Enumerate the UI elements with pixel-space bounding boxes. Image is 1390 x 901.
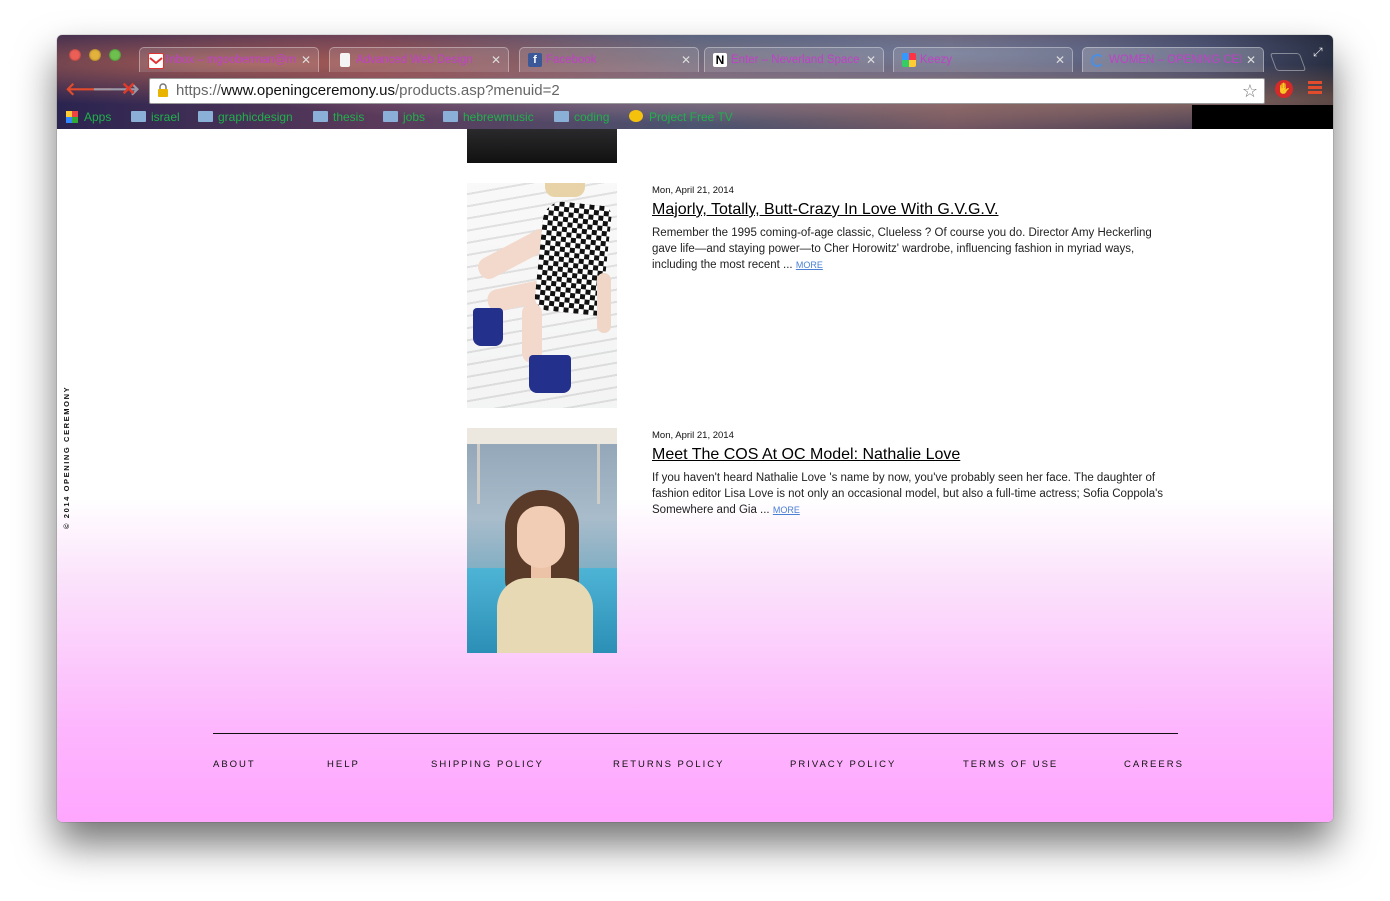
tab-title: WOMEN – OPENING CERE	[1109, 54, 1241, 66]
footer-nav: ABOUT HELP SHIPPING POLICY RETURNS POLIC…	[213, 759, 1182, 773]
bookmark-israel[interactable]: israel	[131, 108, 180, 126]
side-copyright: © 2014 OPENING CEREMONY	[62, 385, 71, 529]
tab-opening-ceremony[interactable]: WOMEN – OPENING CERE ✕	[1082, 47, 1264, 72]
tab-inbox[interactable]: Inbox – mgooberman@m ✕	[139, 47, 319, 72]
project-free-tv-icon	[629, 110, 643, 122]
blog-post: Mon, April 21, 2014 Meet The COS At OC M…	[467, 428, 1197, 653]
bookmark-apps[interactable]: Apps	[66, 108, 111, 126]
menu-hamburger-icon[interactable]	[1308, 81, 1322, 97]
n-logo-icon: N	[713, 53, 727, 67]
gmail-icon	[148, 53, 164, 69]
post-title-link[interactable]: Meet The COS At OC Model: Nathalie Love	[652, 446, 960, 464]
more-link[interactable]: MORE	[796, 260, 823, 270]
new-tab-button[interactable]	[1269, 53, 1307, 71]
tab-facebook[interactable]: f Facebook ✕	[519, 47, 699, 72]
bookmark-coding[interactable]: coding	[554, 108, 609, 126]
post-excerpt: If you haven't heard Nathalie Love 's na…	[652, 470, 1172, 518]
footer-link-terms-of-use[interactable]: TERMS OF USE	[963, 759, 1058, 770]
bookmark-jobs[interactable]: jobs	[383, 108, 425, 126]
warning-lock-icon	[158, 83, 168, 97]
window-minimize-button[interactable]	[89, 49, 101, 61]
more-link[interactable]: MORE	[773, 505, 800, 515]
bookmark-project-free-tv[interactable]: Project Free TV	[629, 108, 733, 126]
stop-loading-icon[interactable]: ✕	[121, 79, 136, 99]
chrome-dark-area	[1192, 105, 1333, 129]
tab-title: Facebook	[546, 54, 597, 66]
bookmark-hebrewmusic[interactable]: hebrewmusic	[443, 108, 534, 126]
bookmarks-bar: Apps israel graphicdesign thesis jobs he…	[57, 105, 1333, 129]
folder-icon	[383, 111, 398, 122]
tab-advanced-web-design[interactable]: Advanced Web Design ✕	[329, 47, 509, 72]
bookmark-thesis[interactable]: thesis	[313, 108, 364, 126]
post-excerpt: Remember the 1995 coming-of-age classic,…	[652, 225, 1172, 273]
tab-title: Keezy	[920, 54, 952, 66]
post-thumbnail[interactable]	[467, 428, 617, 653]
tab-title: Inbox – mgooberman@m	[166, 54, 296, 66]
url-text: https://www.openingceremony.us/products.…	[176, 82, 560, 99]
excerpt-text: If you haven't heard Nathalie Love 's na…	[652, 472, 1164, 516]
loading-spinner-icon	[1091, 54, 1104, 67]
folder-icon	[554, 111, 569, 122]
apps-grid-icon	[66, 111, 78, 123]
close-icon[interactable]: ✕	[1246, 48, 1256, 72]
close-icon[interactable]: ✕	[1055, 48, 1065, 72]
browser-chrome: Inbox – mgooberman@m ✕ Advanced Web Desi…	[57, 35, 1333, 129]
close-icon[interactable]: ✕	[681, 48, 691, 72]
folder-icon	[443, 111, 458, 122]
footer-link-shipping-policy[interactable]: SHIPPING POLICY	[431, 759, 544, 770]
post-date: Mon, April 21, 2014	[652, 430, 734, 441]
bookmark-star-icon[interactable]: ☆	[1242, 79, 1258, 103]
folder-icon	[131, 111, 146, 122]
folder-icon	[198, 111, 213, 122]
browser-toolbar: 🡐 🡒 ✕ https://www.openingceremony.us/pro…	[57, 75, 1333, 105]
excerpt-text: Remember the 1995 coming-of-age classic,…	[652, 227, 1152, 271]
folder-icon	[313, 111, 328, 122]
document-icon	[340, 53, 350, 67]
blog-post: Mon, April 21, 2014 Majorly, Totally, Bu…	[467, 183, 1197, 408]
browser-window: Inbox – mgooberman@m ✕ Advanced Web Desi…	[57, 35, 1333, 822]
window-close-button[interactable]	[69, 49, 81, 61]
close-icon[interactable]: ✕	[301, 48, 311, 72]
close-icon[interactable]: ✕	[491, 48, 501, 72]
page-content: © 2014 OPENING CEREMONY Mon, April 21, 2…	[57, 129, 1333, 822]
facebook-icon: f	[528, 53, 542, 67]
footer-link-careers[interactable]: CAREERS	[1124, 759, 1184, 770]
fullscreen-arrows-icon[interactable]: ⤢	[1313, 45, 1323, 60]
close-icon[interactable]: ✕	[866, 48, 876, 72]
post-date: Mon, April 21, 2014	[652, 185, 734, 196]
address-bar[interactable]: https://www.openingceremony.us/products.…	[149, 78, 1265, 104]
post-thumbnail[interactable]	[467, 183, 617, 408]
footer-link-about[interactable]: ABOUT	[213, 759, 256, 770]
post-title-link[interactable]: Majorly, Totally, Butt-Crazy In Love Wit…	[652, 201, 999, 219]
tab-neverland[interactable]: N Enter – Neverland Space ✕	[704, 47, 884, 72]
footer-link-returns-policy[interactable]: RETURNS POLICY	[613, 759, 724, 770]
window-maximize-button[interactable]	[109, 49, 121, 61]
adblock-extension-icon[interactable]: ✋	[1275, 80, 1293, 98]
keezy-icon	[902, 53, 916, 67]
footer-link-privacy-policy[interactable]: PRIVACY POLICY	[790, 759, 896, 770]
footer-link-help[interactable]: HELP	[327, 759, 360, 770]
bookmark-graphicdesign[interactable]: graphicdesign	[198, 108, 293, 126]
footer-divider	[213, 733, 1178, 734]
previous-post-thumbnail[interactable]	[467, 129, 617, 163]
tab-keezy[interactable]: Keezy ✕	[893, 47, 1073, 72]
tab-title: Advanced Web Design	[356, 54, 473, 66]
tab-title: Enter – Neverland Space	[731, 54, 860, 66]
